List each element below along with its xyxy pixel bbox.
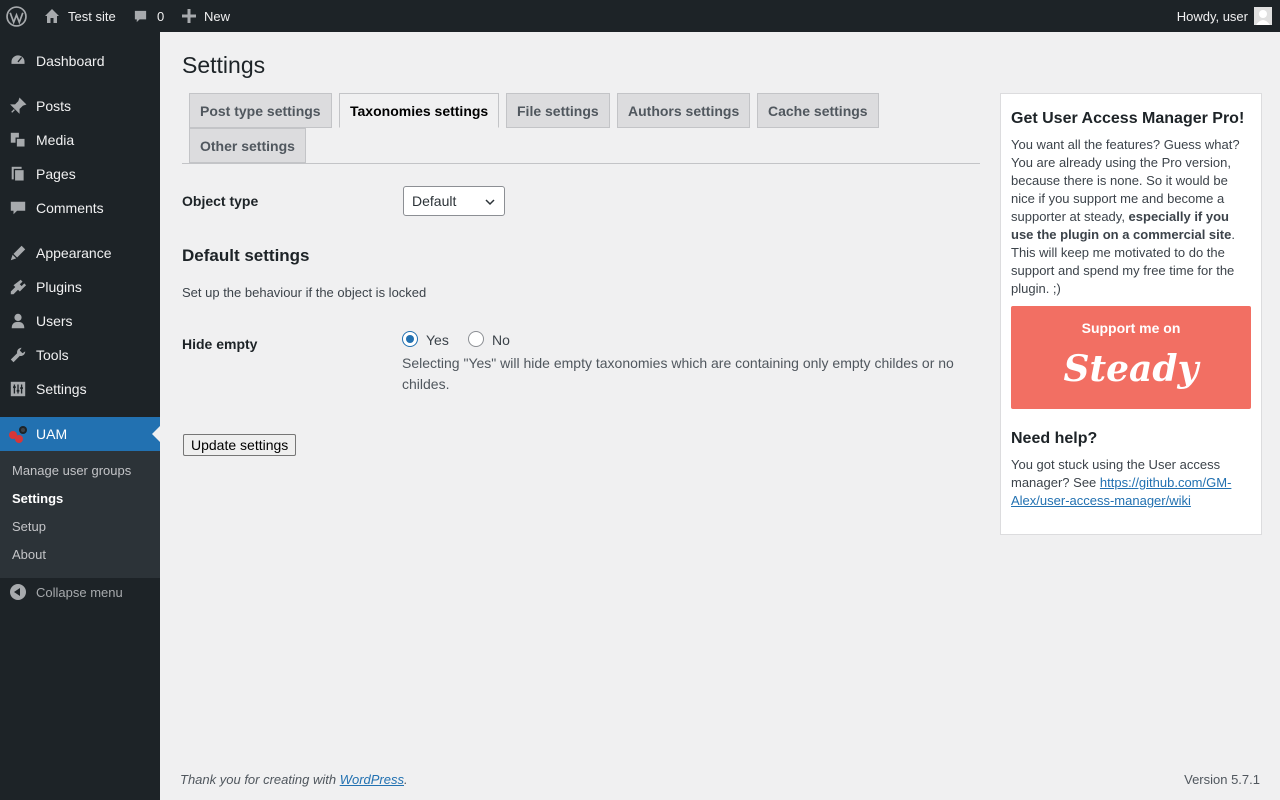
hide-empty-yes-label[interactable]: Yes: [426, 332, 449, 348]
sidebar-item-label: Posts: [36, 98, 72, 114]
uam-icon: [8, 424, 28, 444]
steady-support-text: Support me on: [1081, 320, 1181, 336]
help-title: Need help?: [1011, 430, 1098, 447]
sidebar-item-label: Media: [36, 132, 75, 148]
new-content-link[interactable]: New: [182, 0, 230, 32]
sidebar-item-settings[interactable]: Settings: [0, 372, 160, 406]
object-type-value: Default: [412, 193, 457, 209]
submenu-item-manage-user-groups[interactable]: Manage user groups: [12, 463, 131, 478]
default-settings-heading: Default settings: [182, 246, 310, 265]
hide-empty-no-radio[interactable]: [468, 331, 484, 347]
promo-box: Get User Access Manager Pro! You want al…: [1000, 93, 1262, 535]
submenu-item-setup[interactable]: Setup: [12, 519, 46, 534]
plus-icon: [182, 9, 196, 23]
sidebar-item-label: Appearance: [36, 245, 112, 261]
page-title: Settings: [182, 52, 266, 78]
sidebar-item-label: Dashboard: [36, 53, 105, 69]
sidebar-item-posts[interactable]: Posts: [0, 89, 160, 123]
tab-other-settings[interactable]: Other settings: [189, 128, 306, 163]
tabs-divider: [182, 163, 980, 164]
sidebar-item-label: Comments: [36, 200, 104, 216]
account-menu[interactable]: Howdy, user: [1177, 0, 1272, 32]
sidebar-item-appearance[interactable]: Appearance: [0, 236, 160, 270]
tab-file-settings[interactable]: File settings: [506, 93, 610, 128]
submenu-item-settings[interactable]: Settings: [12, 491, 63, 506]
wrench-icon: [8, 345, 28, 365]
object-type-select[interactable]: Default: [403, 186, 505, 216]
wordpress-logo-icon[interactable]: [6, 0, 27, 32]
pages-icon: [8, 164, 28, 184]
collapse-label: Collapse menu: [36, 584, 123, 600]
user-icon: [8, 311, 28, 331]
pin-icon: [8, 96, 28, 116]
footer-thanks-end: .: [404, 772, 408, 787]
steady-logo-text: Steady: [1063, 348, 1199, 390]
tab-authors-settings[interactable]: Authors settings: [617, 93, 751, 128]
admin-bar: Test site 0 New Howdy, user: [0, 0, 1280, 32]
footer-thanks-start: Thank you for creating with: [180, 772, 340, 787]
settings-icon: [8, 379, 28, 399]
hide-empty-label: Hide empty: [182, 336, 258, 352]
sidebar-item-plugins[interactable]: Plugins: [0, 270, 160, 304]
howdy-text: Howdy, user: [1176, 8, 1248, 24]
sidebar-item-label: Pages: [36, 166, 76, 182]
wordpress-link[interactable]: WordPress: [340, 772, 404, 787]
sidebar-item-label: UAM: [36, 426, 68, 442]
support-steady-button[interactable]: Support me on Steady: [1011, 306, 1251, 409]
hide-empty-yes-radio[interactable]: [402, 331, 418, 347]
hide-empty-no-label[interactable]: No: [492, 332, 510, 348]
comments-link[interactable]: 0: [133, 0, 164, 32]
site-name-link[interactable]: Test site: [44, 0, 116, 32]
tab-post-type-settings[interactable]: Post type settings: [189, 93, 332, 128]
home-icon: [45, 9, 59, 23]
avatar: [1254, 7, 1272, 25]
sidebar-item-users[interactable]: Users: [0, 304, 160, 338]
dashboard-icon: [8, 51, 28, 71]
footer-version: Version 5.7.1: [1184, 772, 1260, 787]
sidebar-item-dashboard[interactable]: Dashboard: [0, 44, 160, 78]
sidebar-item-tools[interactable]: Tools: [0, 338, 160, 372]
plugin-icon: [8, 277, 28, 297]
admin-sidebar: Dashboard Posts Media Pages Comments App…: [0, 32, 160, 800]
media-icon: [8, 130, 28, 150]
comment-icon: [134, 10, 147, 22]
sidebar-item-label: Tools: [36, 347, 69, 363]
update-settings-button[interactable]: Update settings: [183, 434, 297, 456]
sidebar-item-pages[interactable]: Pages: [0, 157, 160, 191]
sidebar-item-label: Settings: [36, 381, 87, 397]
hide-empty-description: Selecting "Yes" will hide empty taxonomi…: [402, 355, 954, 392]
collapse-menu-button[interactable]: Collapse menu: [10, 584, 123, 600]
sidebar-item-comments[interactable]: Comments: [0, 191, 160, 225]
collapse-icon: [10, 584, 26, 600]
sidebar-item-label: Users: [36, 313, 73, 329]
brush-icon: [8, 243, 28, 263]
help-text: You got stuck using the User access mana…: [1011, 456, 1253, 510]
chevron-down-icon: [485, 199, 495, 206]
new-label: New: [204, 8, 231, 24]
sidebar-item-uam[interactable]: UAM: [0, 417, 160, 451]
promo-title: Get User Access Manager Pro!: [1011, 110, 1245, 127]
promo-text: You want all the features? Guess what? Y…: [1011, 136, 1253, 298]
sidebar-item-media[interactable]: Media: [0, 123, 160, 157]
site-name: Test site: [68, 8, 116, 24]
footer-thanks: Thank you for creating with WordPress.: [180, 772, 408, 787]
object-type-label: Object type: [182, 193, 259, 209]
tab-cache-settings[interactable]: Cache settings: [757, 93, 879, 128]
default-settings-description: Set up the behaviour if the object is lo…: [182, 285, 427, 300]
uam-submenu: Manage user groups Settings Setup About: [0, 451, 160, 578]
sidebar-item-label: Plugins: [36, 279, 82, 295]
tab-taxonomies-settings[interactable]: Taxonomies settings: [339, 93, 500, 128]
submenu-item-about[interactable]: About: [12, 547, 46, 562]
comment-icon: [8, 198, 28, 218]
comments-count: 0: [157, 8, 165, 24]
